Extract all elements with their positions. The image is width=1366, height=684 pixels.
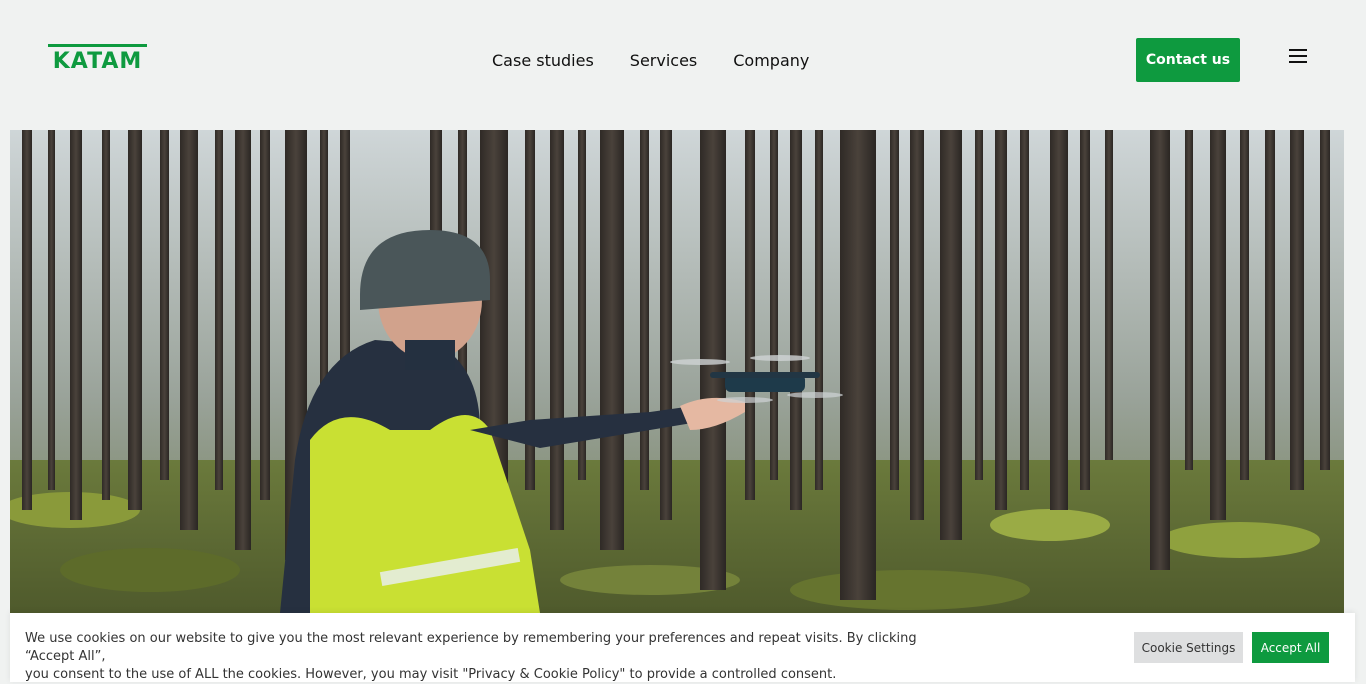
- nav-company[interactable]: Company: [733, 50, 809, 72]
- cookie-consent-bar: We use cookies on our website to give yo…: [10, 613, 1355, 682]
- svg-text:KATAM: KATAM: [53, 49, 143, 70]
- main-nav: Case studies Services Company: [492, 50, 809, 72]
- cookie-message: We use cookies on our website to give yo…: [25, 630, 945, 684]
- cookie-message-line-2: you consent to the use of ALL the cookie…: [25, 667, 837, 682]
- hamburger-menu-icon[interactable]: [1289, 49, 1307, 63]
- forest-drone-photo: [10, 130, 1344, 613]
- hero-image: [10, 130, 1344, 613]
- accept-all-button[interactable]: Accept All: [1252, 632, 1329, 663]
- cookie-message-line-1: We use cookies on our website to give yo…: [25, 631, 917, 664]
- site-header: KATAM Case studies Services Company Cont…: [0, 0, 1366, 130]
- contact-us-button[interactable]: Contact us: [1136, 38, 1240, 82]
- nav-services[interactable]: Services: [630, 50, 697, 72]
- cookie-settings-button[interactable]: Cookie Settings: [1134, 632, 1243, 663]
- nav-case-studies[interactable]: Case studies: [492, 50, 594, 72]
- katam-logo[interactable]: KATAM: [48, 44, 147, 70]
